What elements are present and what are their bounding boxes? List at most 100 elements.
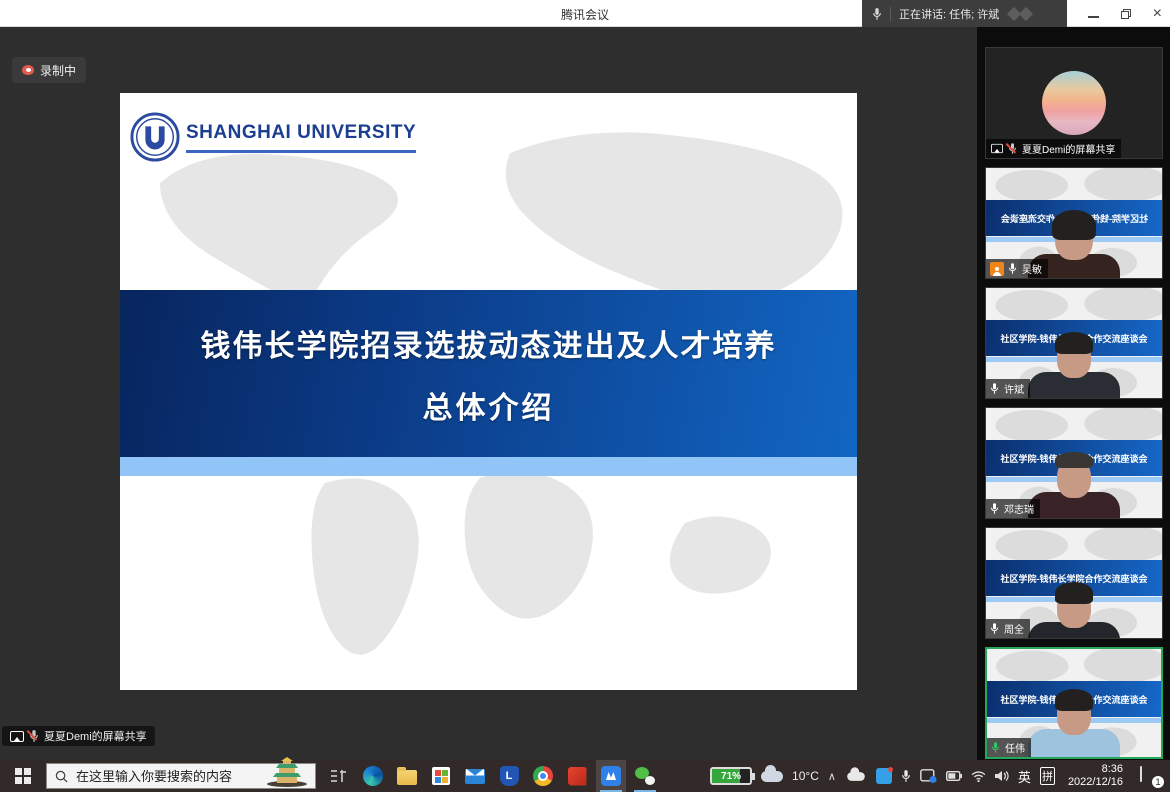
chrome-icon [533,766,553,786]
university-name: SHANGHAI UNIVERSITY [186,122,416,153]
participant-name: 周全 [1004,621,1024,636]
window-titlebar: 腾讯会议 正在讲话: 任伟; 许斌 × [0,0,1170,27]
participant-label: 任伟 [987,738,1031,757]
chevron-up-icon[interactable]: ∧ [828,770,836,783]
shanghai-university-seal [130,111,180,163]
microphone-tray-icon[interactable] [901,769,911,783]
mail-icon [465,769,485,784]
avatar [1042,71,1106,135]
participant-name: 任伟 [1005,740,1025,755]
screen-share-label: 夏夏Demi的屏幕共享 [2,726,155,746]
participant-tile[interactable]: 社区学院-钱伟长学院合作交流座谈会 许斌 [985,287,1163,399]
battery-percent: 71% [721,771,741,782]
divider [890,7,891,21]
tencent-meeting-icon [601,766,621,786]
slide-title-line1: 钱伟长学院招录选拔动态进出及人才培养 [201,321,777,365]
notification-count-badge: 1 [1152,776,1164,788]
participant-name: 吴敏 [1022,261,1042,276]
search-input[interactable] [76,769,251,784]
windows-logo-icon [15,768,31,784]
microphone-icon [1008,262,1018,276]
screen-share-icon [991,144,1003,153]
minimize-icon[interactable] [1088,10,1099,18]
participant-tile[interactable]: 社区学院-钱伟长学院合作交流座谈会 周全 [985,527,1163,639]
weather-cloud-icon [761,771,783,782]
participant-label: 邓志瑞 [986,499,1040,518]
wifi-icon[interactable] [971,771,986,782]
start-button[interactable] [0,760,46,792]
participant-name: 夏夏Demi的屏幕共享 [1022,141,1115,156]
muted-microphone-icon [1008,142,1018,156]
recording-badge[interactable]: 录制中 [12,57,86,83]
screen-share-icon [10,731,24,742]
active-microphone-icon [991,741,1001,755]
wechat-icon [635,767,655,785]
taskbar-app-wechat[interactable] [630,760,660,792]
participant-label: 夏夏Demi的屏幕共享 [986,139,1121,158]
taskbar-app-file-explorer[interactable] [392,760,422,792]
host-badge-icon [990,262,1004,276]
search-icon [55,770,68,783]
taskbar-app-chrome[interactable] [528,760,558,792]
participant-tile[interactable]: 夏夏Demi的屏幕共享 [985,47,1163,159]
microphone-icon [990,502,1000,516]
action-center-button[interactable]: 1 [1140,767,1160,785]
microsoft-store-icon [432,767,450,785]
onedrive-icon[interactable] [847,772,865,781]
slide-title-line2: 总体介绍 [423,383,555,427]
battery-tray-icon[interactable] [946,771,962,781]
taskbar-app-mail[interactable] [460,760,490,792]
participant-label: 许斌 [986,379,1030,398]
taskbar-app-store[interactable] [426,760,456,792]
ime-mode-indicator[interactable]: 拼 [1040,767,1055,785]
contact-tray-icon[interactable] [920,769,937,783]
share-label-text: 夏夏Demi的屏幕共享 [44,728,147,744]
restore-icon[interactable] [1121,9,1131,19]
recording-label: 录制中 [40,62,76,79]
participant-name: 邓志瑞 [1004,501,1034,516]
taskbar-app-office[interactable] [562,760,592,792]
participant-name: 许斌 [1004,381,1024,396]
battery-percent-widget[interactable]: 71% [710,767,752,785]
clock-time: 8:36 [1102,763,1123,775]
taskbar-app-lenovo[interactable]: L [494,760,524,792]
close-icon[interactable]: × [1153,6,1162,22]
speaking-label: 正在讲话: 任伟; 许斌 [899,6,999,22]
windows-taskbar: L 71% 10°C ∧ 英 拼 8:36 2022/12/16 1 [0,760,1170,792]
system-tray: 71% 10°C ∧ 英 拼 8:36 2022/12/16 1 [710,763,1170,789]
participant-tile[interactable]: 社区学院-钱伟长学院合作交流座谈会 任伟 [985,647,1163,759]
taskbar-app-edge[interactable] [358,760,388,792]
participants-sidebar: 夏夏Demi的屏幕共享 社区学院-钱伟长学院合作交流座谈会 吴敏 [977,27,1170,760]
office-icon [568,767,587,786]
stock-app-icon [330,769,348,783]
microphone-icon [990,622,1000,636]
edge-icon [363,766,383,786]
slide-title-banner: 钱伟长学院招录选拔动态进出及人才培养 总体介绍 [120,290,857,457]
microphone-icon [990,382,1000,396]
meeting-logo-watermark [1009,9,1031,19]
participant-tile[interactable]: 社区学院-钱伟长学院合作交流座谈会 吴敏 [985,167,1163,279]
participant-tile[interactable]: 社区学院-钱伟长学院合作交流座谈会 邓志瑞 [985,407,1163,519]
file-explorer-icon [397,770,417,785]
qq-tray-icon[interactable] [876,768,892,784]
participant-label: 周全 [986,619,1030,638]
shield-l-icon: L [500,766,519,786]
taskbar-app-tencent-meeting[interactable] [596,760,626,792]
ime-language-indicator[interactable]: 英 [1018,767,1031,786]
slide-accent-stripe [120,457,857,476]
now-speaking-bar: 正在讲话: 任伟; 许斌 [862,0,1067,27]
university-logo-row: SHANGHAI UNIVERSITY [130,111,416,163]
presentation-slide: SHANGHAI UNIVERSITY 钱伟长学院招录选拔动态进出及人才培养 总… [120,93,857,690]
search-highlight-temple-icon [265,757,309,787]
window-controls: × [1088,0,1162,27]
notification-icon [1140,766,1142,782]
temperature-label[interactable]: 10°C [792,769,819,783]
pinned-app-icon[interactable] [324,760,354,792]
muted-microphone-icon [29,729,39,743]
microphone-icon [872,7,882,21]
taskbar-search[interactable] [46,763,316,789]
taskbar-clock[interactable]: 8:36 2022/12/16 [1068,763,1123,789]
record-icon [22,65,34,75]
speaker-icon[interactable] [995,770,1009,782]
tencent-meeting-window: 腾讯会议 正在讲话: 任伟; 许斌 × 录制中 [0,0,1170,792]
